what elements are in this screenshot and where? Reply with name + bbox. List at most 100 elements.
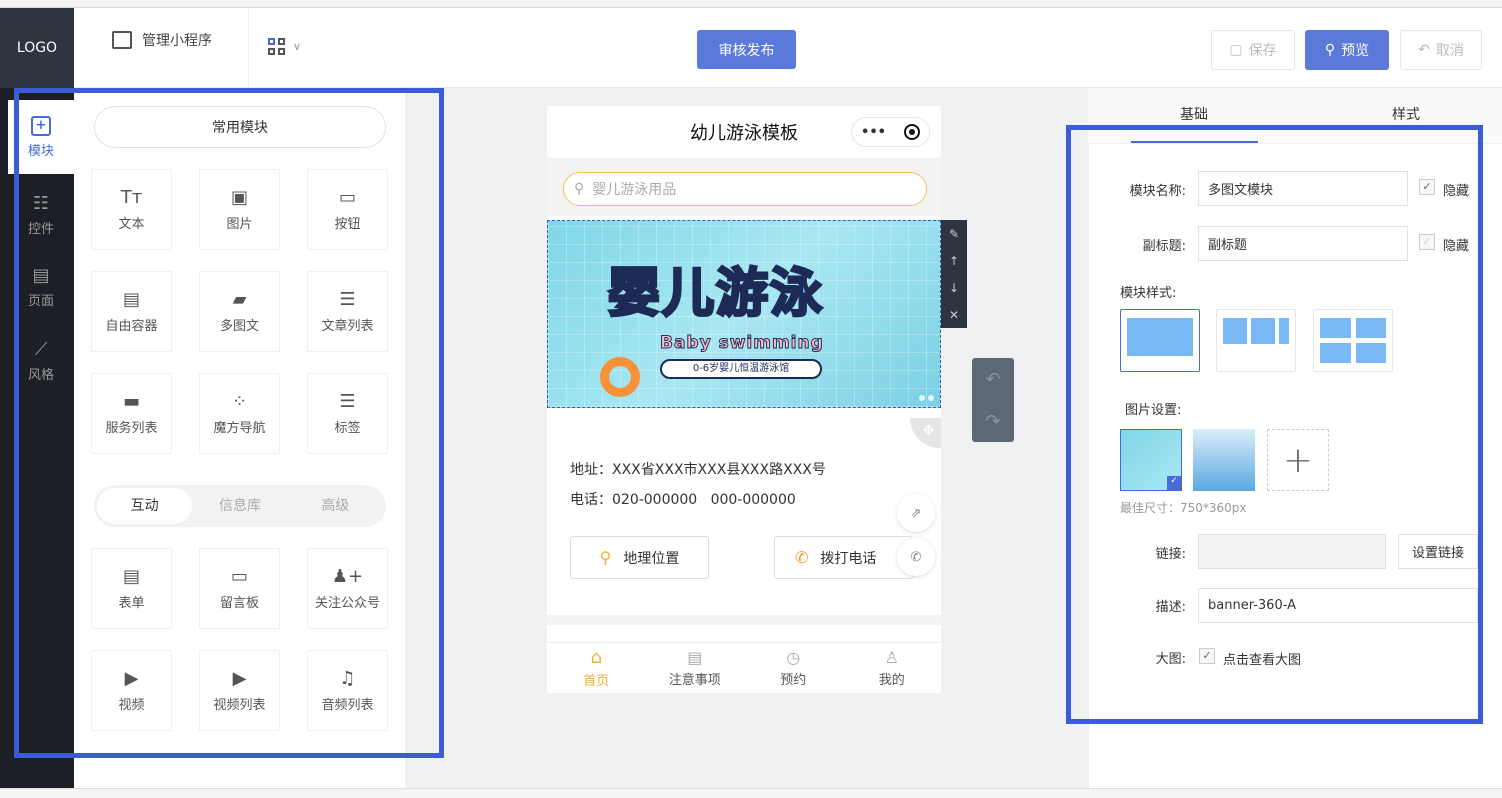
app-switcher[interactable]: ∨ — [268, 38, 301, 55]
nav-notice[interactable]: ▤注意事项 — [646, 643, 745, 693]
share-icon: ⇗ — [911, 506, 922, 521]
common-modules-header[interactable]: 常用模块 — [94, 106, 386, 148]
module-name-input[interactable]: 多图文模块 — [1198, 171, 1408, 206]
hide-name-checkbox[interactable]: ✓ — [1419, 179, 1435, 195]
style-option-row[interactable] — [1216, 309, 1296, 372]
module-tile[interactable]: ⁘魔方导航 — [199, 373, 280, 454]
module-category-tabs: 互动 信息库 高级 — [94, 485, 386, 527]
publish-button[interactable]: 审核发布 — [697, 30, 796, 69]
swim-ring-icon — [600, 357, 640, 397]
large-image-check-label: 点击查看大图 — [1223, 649, 1301, 668]
module-tile[interactable]: ▤自由容器 — [91, 271, 172, 352]
undo-icon[interactable]: ↶ — [985, 369, 1000, 390]
move-down-icon[interactable]: ↓ — [949, 281, 959, 295]
tab-advanced[interactable]: 高级 — [288, 488, 383, 524]
sidebar-item-modules[interactable]: +模块 — [8, 100, 74, 174]
module-tile[interactable]: ♟+关注公众号 — [307, 548, 388, 629]
hide-label: 隐藏 — [1443, 180, 1469, 199]
module-tile[interactable]: ▶视频 — [91, 650, 172, 731]
module-icon: ▣ — [228, 187, 252, 207]
module-tile[interactable]: Tт文本 — [91, 169, 172, 250]
sidebar-item-style[interactable]: ⟋风格 — [8, 324, 74, 398]
move-up-icon[interactable]: ↑ — [949, 254, 959, 268]
hide-subtitle-checkbox[interactable]: ✓ — [1419, 234, 1435, 250]
search-input[interactable]: ⚲婴儿游泳用品 — [563, 172, 927, 206]
active-tab-indicator — [1131, 141, 1258, 143]
module-icon: ▬ — [120, 391, 144, 411]
address-text: 地址：XXX省XXX市XXX县XXX路XXX号 — [570, 459, 826, 479]
location-button[interactable]: ⚲地理位置 — [570, 536, 709, 579]
plus-square-icon: + — [31, 116, 51, 136]
description-input[interactable]: banner-360-A — [1198, 588, 1478, 623]
page-icon: ▤ — [32, 265, 49, 286]
nav-home[interactable]: ⌂首页 — [547, 643, 646, 693]
module-tile[interactable]: ☰标签 — [307, 373, 388, 454]
float-call-button[interactable]: ✆ — [897, 538, 935, 576]
check-icon: ✓ — [1167, 476, 1181, 490]
status-bar — [0, 788, 1502, 798]
redo-icon[interactable]: ↷ — [985, 411, 1000, 432]
image-thumbnail-selected[interactable]: ✓ — [1120, 429, 1182, 491]
add-image-button[interactable]: + — [1267, 429, 1329, 491]
tab-interactive[interactable]: 互动 — [97, 488, 192, 524]
image-thumbnail[interactable] — [1193, 429, 1255, 491]
share-button[interactable]: ⇗ — [897, 494, 935, 532]
module-tile[interactable]: ☰文章列表 — [307, 271, 388, 352]
chart-icon — [112, 31, 132, 49]
clock-icon: ◷ — [786, 648, 800, 667]
module-label: 留言板 — [220, 592, 259, 611]
style-option-carousel[interactable] — [1120, 309, 1200, 372]
manage-miniprogram-link[interactable]: 管理小程序 — [112, 30, 212, 50]
tab-library[interactable]: 信息库 — [192, 488, 287, 524]
module-label: 图片 — [226, 213, 252, 232]
module-label: 音频列表 — [321, 694, 373, 713]
tab-basic[interactable]: 基础 — [1180, 104, 1208, 124]
search-icon: ⚲ — [1325, 42, 1335, 58]
module-icon: ♟+ — [336, 566, 360, 586]
plus-icon: + — [1283, 440, 1313, 481]
module-tile[interactable]: ▭按钮 — [307, 169, 388, 250]
module-label: 服务列表 — [105, 417, 157, 436]
banner-image[interactable]: 婴儿游泳 Baby swimming 0-6岁婴儿恒温游泳馆 — [547, 220, 941, 408]
module-tile[interactable]: ▣ 图片 — [199, 169, 280, 250]
large-image-checkbox[interactable]: ✓ — [1199, 648, 1215, 664]
divider — [248, 8, 249, 88]
sidebar-item-pages[interactable]: ▤页面 — [8, 250, 74, 324]
module-toolbar: ✎ ↑ ↓ ✕ — [941, 220, 967, 328]
module-tile[interactable]: ▬ 服务列表 — [91, 373, 172, 454]
module-tile[interactable]: ♫音频列表 — [307, 650, 388, 731]
close-icon[interactable]: ✕ — [949, 308, 959, 322]
module-icon: ▰ — [228, 289, 252, 309]
module-label: 自由容器 — [105, 315, 157, 334]
nav-mine[interactable]: ♙我的 — [843, 643, 942, 693]
grid-icon — [268, 38, 285, 55]
module-tile[interactable]: ▶视频列表 — [199, 650, 280, 731]
hide-label: 隐藏 — [1443, 235, 1469, 254]
undo-redo: ↶↷ — [972, 358, 1014, 442]
link-input[interactable] — [1198, 534, 1386, 569]
section-divider — [547, 615, 941, 625]
call-button[interactable]: ✆拨打电话 — [774, 536, 913, 579]
nav-booking[interactable]: ◷预约 — [744, 643, 843, 693]
module-label: 文本 — [118, 213, 144, 232]
module-tile[interactable]: ▤表单 — [91, 548, 172, 629]
module-tile[interactable]: ▰ 多图文 — [199, 271, 280, 352]
preview-button[interactable]: ⚲预览 — [1305, 30, 1389, 70]
subtitle-input[interactable]: 副标题 — [1198, 226, 1408, 261]
save-button[interactable]: ▢保存 — [1211, 30, 1295, 70]
magic-wand-icon: ⟋ — [35, 339, 48, 360]
edit-icon[interactable]: ✎ — [949, 227, 959, 241]
style-option-grid[interactable] — [1313, 309, 1393, 372]
module-tile[interactable]: ▭留言板 — [199, 548, 280, 629]
module-style-label: 模块样式: — [1120, 282, 1176, 301]
module-label: 多图文 — [220, 315, 259, 334]
user-icon: ♙ — [885, 648, 899, 667]
carousel-dots — [919, 395, 934, 401]
tab-style[interactable]: 样式 — [1392, 104, 1420, 124]
phone-icon: ✆ — [795, 548, 808, 567]
sliders-icon: ☷ — [33, 193, 49, 214]
set-link-button[interactable]: 设置链接 — [1398, 534, 1478, 569]
cancel-button[interactable]: ↶取消 — [1400, 30, 1482, 70]
sidebar-item-controls[interactable]: ☷控件 — [8, 178, 74, 252]
undo-icon: ↶ — [1418, 42, 1430, 58]
